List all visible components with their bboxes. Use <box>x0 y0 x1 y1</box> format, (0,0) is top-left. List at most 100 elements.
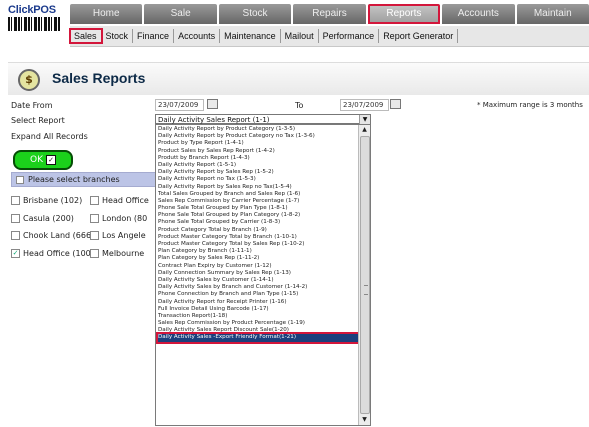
report-select[interactable]: Daily Activity Sales Report (1-1) ▼ <box>155 114 371 124</box>
dropdown-option[interactable]: Product Sales by Sales Rep Report (1-4-2… <box>158 148 358 155</box>
clickpos-logo: ClickPOS <box>8 4 68 31</box>
dropdown-option[interactable]: Daily Activity Sales by Branch and Custo… <box>158 284 358 291</box>
dropdown-option[interactable]: Total Sales Grouped by Branch and Sales … <box>158 191 358 198</box>
page-header: $ Sales Reports <box>8 62 589 95</box>
logo-text: ClickPOS <box>8 4 56 16</box>
check-icon: ✓ <box>46 154 56 165</box>
ok-button[interactable]: OK ✓ <box>13 150 73 170</box>
branch-label: London (80 <box>102 214 148 223</box>
subtab-accounts[interactable]: Accounts <box>174 29 221 43</box>
subtab-sales[interactable]: Sales <box>69 28 103 44</box>
select-branches-label: Please select branches <box>28 175 120 184</box>
branch-option[interactable]: Brisbane (102) <box>11 196 82 205</box>
branch-option[interactable]: Los Angele <box>90 231 146 240</box>
branch-option[interactable]: Head Office <box>90 196 149 205</box>
branch-label: Chook Land (666) <box>23 231 95 240</box>
subtab-maintenance[interactable]: Maintenance <box>220 29 281 43</box>
date-to-input[interactable]: 23/07/2009 <box>340 99 389 111</box>
tab-accounts[interactable]: Accounts <box>442 4 515 24</box>
dropdown-option[interactable]: Contract Plan Expiry by Customer (1-12) <box>158 263 358 270</box>
dropdown-option[interactable]: Product Master Category Total by Branch … <box>158 234 358 241</box>
dropdown-option[interactable]: Product Category Total by Branch (1-9) <box>158 227 358 234</box>
dropdown-option[interactable]: Daily Activity Report for Receipt Printe… <box>158 299 358 306</box>
branch-option[interactable]: ✓ Head Office (100) <box>11 249 94 258</box>
dropdown-option[interactable]: Daily Activity Sales by Customer (1-14-1… <box>158 277 358 284</box>
tab-home[interactable]: Home <box>70 4 143 24</box>
dropdown-option[interactable]: Full Invoice Detail Using Barcode (1-17) <box>158 306 358 313</box>
sub-navigation: Sales Stock Finance Accounts Maintenance Mail… <box>69 26 589 47</box>
branch-label: Brisbane (102) <box>23 196 83 205</box>
branch-checkbox[interactable] <box>11 214 20 223</box>
selected-report-text: Daily Activity Sales Report (1-1) <box>158 116 270 124</box>
tab-reports[interactable]: Reports <box>367 4 441 24</box>
tab-repairs[interactable]: Repairs <box>293 4 366 24</box>
grip-icon <box>364 285 368 295</box>
dropdown-option[interactable]: Phone Sale Total Grouped by Carrier (1-8… <box>158 219 358 226</box>
scroll-up-icon[interactable]: ▲ <box>359 125 370 135</box>
expand-all-label: Expand All Records <box>11 132 88 141</box>
branch-label: Casula (200) <box>23 214 74 223</box>
dropdown-option[interactable]: Phone Sale Total Grouped by Plan Type (1… <box>158 205 358 212</box>
branch-checkbox[interactable] <box>90 196 99 205</box>
subtab-performance[interactable]: Performance <box>319 29 380 43</box>
dropdown-option[interactable]: Phone Sale Total Grouped by Plan Categor… <box>158 212 358 219</box>
subtab-stock[interactable]: Stock <box>102 29 134 43</box>
dropdown-option[interactable]: Daily Connection Summary by Sales Rep (1… <box>158 270 358 277</box>
select-branches-header[interactable]: Please select branches <box>11 172 158 187</box>
branch-checkbox[interactable] <box>90 249 99 258</box>
dropdown-option[interactable]: Produtt by Branch Report (1-4-3) <box>158 155 358 162</box>
branch-checkbox[interactable] <box>90 231 99 240</box>
dropdown-option[interactable]: Daily Activity Report no Tax (1-5-3) <box>158 176 358 183</box>
tab-maintain[interactable]: Maintain <box>516 4 589 24</box>
branch-option[interactable]: London (80 <box>90 214 147 223</box>
dropdown-items: Daily Activity Report by Product Categor… <box>156 126 360 344</box>
branch-checkbox[interactable] <box>11 231 20 240</box>
calendar-icon[interactable] <box>390 99 401 109</box>
branch-label: Melbourne <box>102 249 145 258</box>
dropdown-option[interactable]: Transaction Report(1-18) <box>158 313 358 320</box>
subtab-report-generator[interactable]: Report Generator <box>379 29 459 43</box>
branch-option[interactable]: Casula (200) <box>11 214 74 223</box>
scroll-thumb[interactable] <box>360 136 370 414</box>
dropdown-option[interactable]: Sales Rep Commission by Carrier Percenta… <box>158 198 358 205</box>
dropdown-option[interactable]: Daily Activity Report by Product Categor… <box>158 126 358 133</box>
chevron-down-icon[interactable]: ▼ <box>359 115 370 124</box>
subtab-mailout[interactable]: Mailout <box>281 29 319 43</box>
branch-checkbox[interactable] <box>11 196 20 205</box>
dropdown-option[interactable]: Sales Rep Commission by Product Percenta… <box>158 320 358 327</box>
report-dropdown-list[interactable]: Daily Activity Report by Product Categor… <box>155 124 371 426</box>
dropdown-scrollbar[interactable]: ▲ ▼ <box>358 125 370 425</box>
dropdown-option[interactable]: Phone Connection by Branch and Plan Type… <box>158 291 358 298</box>
dropdown-option[interactable]: Plan Category by Branch (1-11-1) <box>158 248 358 255</box>
calendar-icon[interactable] <box>207 99 218 109</box>
dropdown-option[interactable]: Plan Category by Sales Rep (1-11-2) <box>158 255 358 262</box>
scroll-down-icon[interactable]: ▼ <box>359 415 370 425</box>
date-from-label: Date From <box>11 101 53 110</box>
subtab-finance[interactable]: Finance <box>133 29 175 43</box>
select-all-checkbox[interactable] <box>16 175 24 184</box>
dropdown-option[interactable]: Daily Activity Report by Sales Rep no Ta… <box>158 184 358 191</box>
dropdown-option[interactable]: Daily Activity Sales -Export Friendly Fo… <box>156 332 360 344</box>
tab-stock[interactable]: Stock <box>218 4 292 24</box>
dropdown-option[interactable]: Daily Activity Report by Product Categor… <box>158 133 358 140</box>
branch-option[interactable]: Chook Land (666) <box>11 231 94 240</box>
branch-label: Head Office <box>102 196 149 205</box>
date-from-input[interactable]: 23/07/2009 <box>155 99 204 111</box>
branch-option[interactable]: Melbourne <box>90 249 144 258</box>
select-report-label: Select Report <box>11 116 65 125</box>
branch-label: Head Office (100) <box>23 249 94 258</box>
dropdown-option[interactable]: Product by Type Report (1-4-1) <box>158 140 358 147</box>
page-title: Sales Reports <box>52 70 146 86</box>
dollar-coin-icon: $ <box>18 69 40 91</box>
tab-sale[interactable]: Sale <box>144 4 217 24</box>
dropdown-option[interactable]: Daily Activity Report by Sales Rep (1-5-… <box>158 169 358 176</box>
branch-checkbox[interactable] <box>90 214 99 223</box>
dropdown-option[interactable]: Daily Activity Sales Report Discount Sal… <box>158 327 358 334</box>
dropdown-option[interactable]: Daily Activity Report (1-5-1) <box>158 162 358 169</box>
branch-label: Los Angele <box>102 231 146 240</box>
barcode-icon <box>8 17 60 31</box>
to-label: To <box>295 101 304 110</box>
branch-checkbox[interactable]: ✓ <box>11 249 20 258</box>
dropdown-option[interactable]: Product Master Category Total by Sales R… <box>158 241 358 248</box>
max-range-note: * Maximum range is 3 months <box>477 101 583 109</box>
